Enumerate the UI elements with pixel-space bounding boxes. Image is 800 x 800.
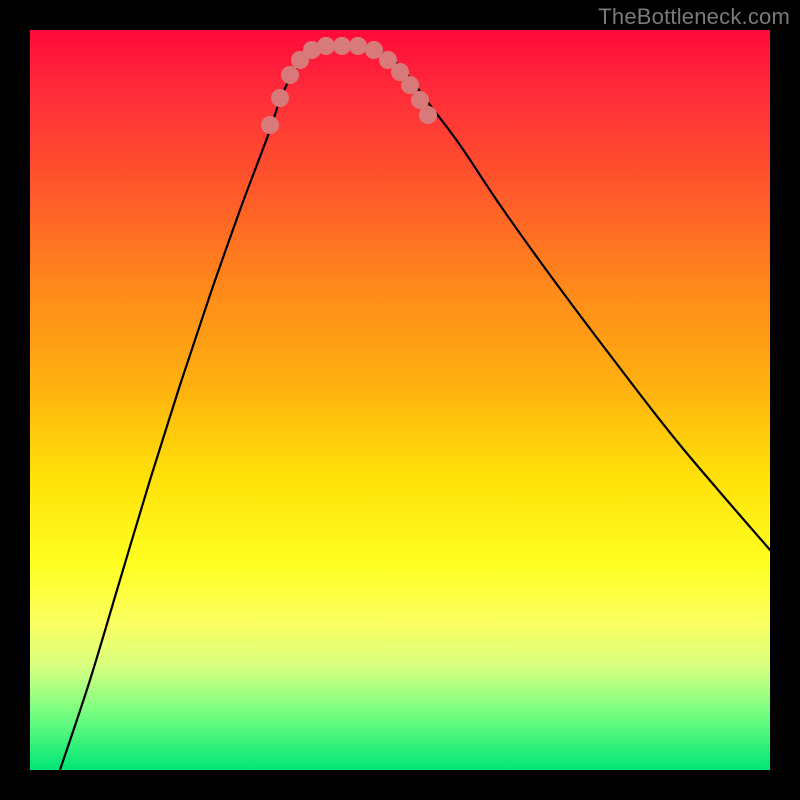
chart-plot-area bbox=[30, 30, 770, 770]
bottleneck-curve bbox=[60, 44, 770, 770]
curve-marker bbox=[271, 89, 289, 107]
curve-marker bbox=[419, 106, 437, 124]
chart-svg bbox=[30, 30, 770, 770]
curve-marker bbox=[261, 116, 279, 134]
curve-marker bbox=[317, 37, 335, 55]
chart-stage: TheBottleneck.com bbox=[0, 0, 800, 800]
curve-marker bbox=[333, 37, 351, 55]
curve-marker bbox=[281, 66, 299, 84]
curve-marker bbox=[349, 37, 367, 55]
watermark-text: TheBottleneck.com bbox=[598, 4, 790, 30]
curve-marker bbox=[401, 76, 419, 94]
